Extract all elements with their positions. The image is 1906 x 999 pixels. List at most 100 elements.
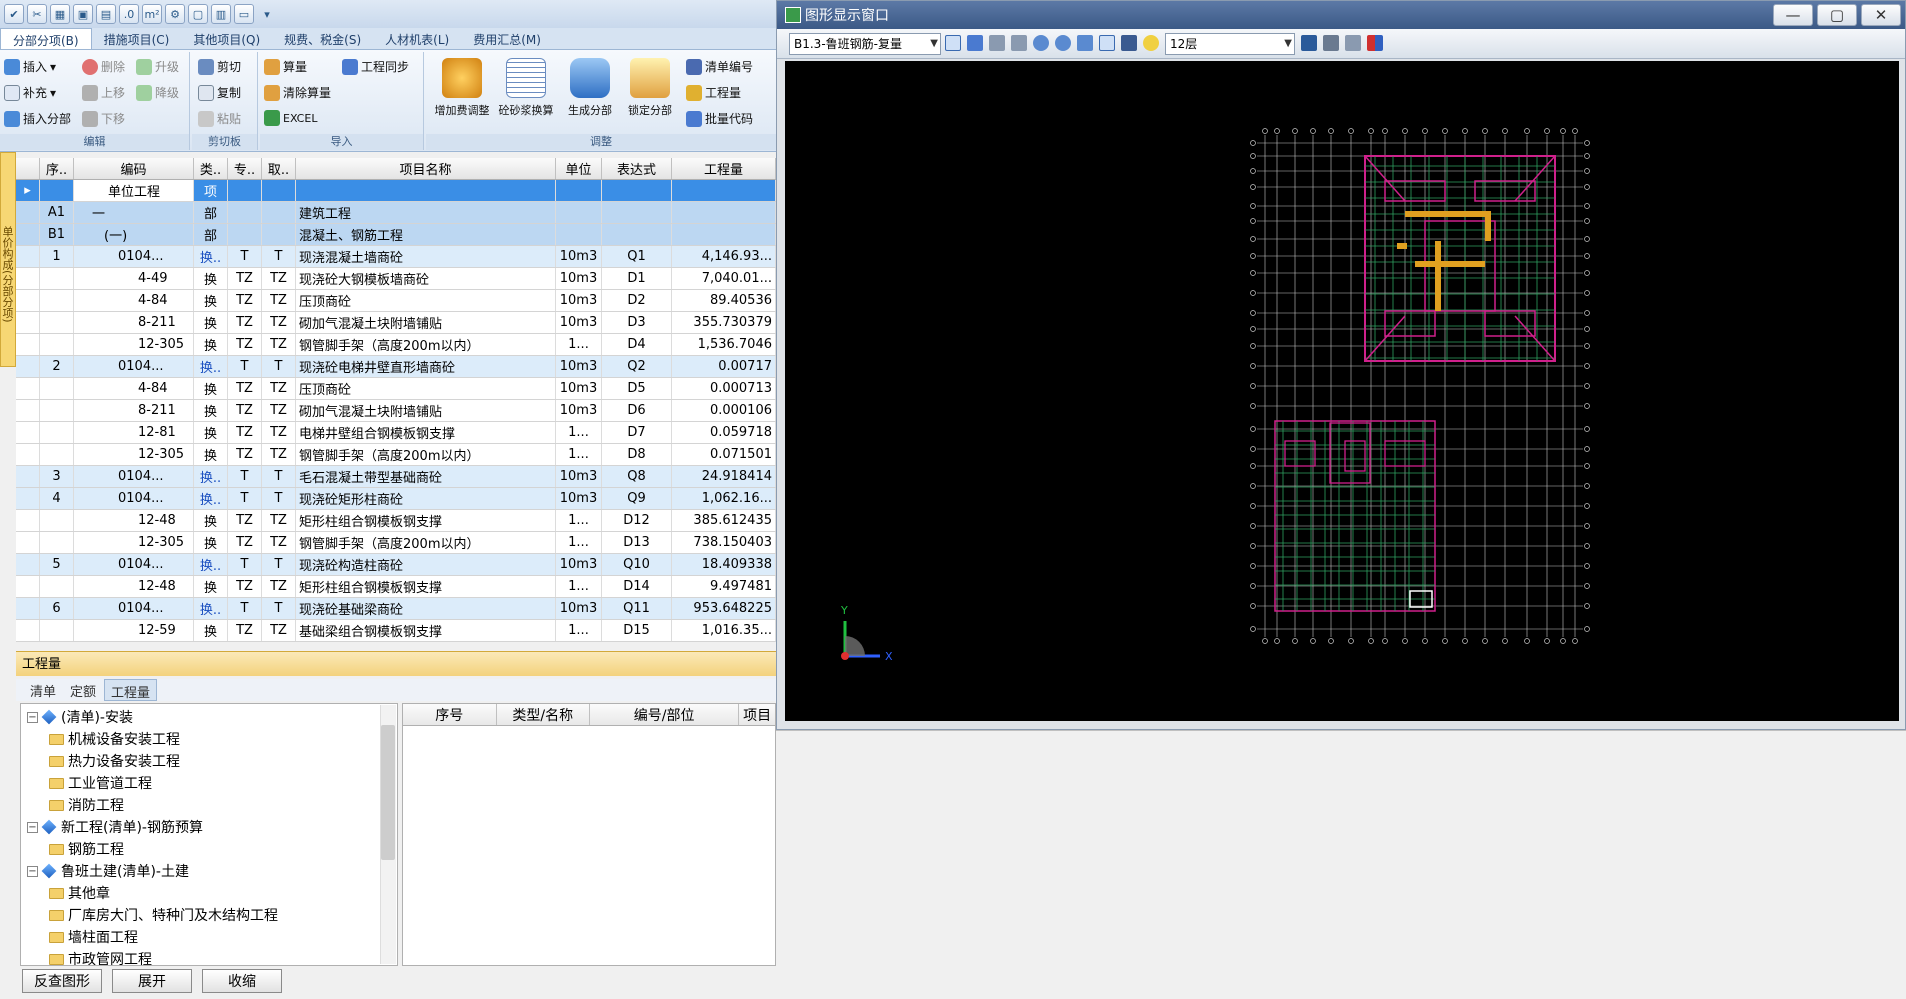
row-marker[interactable] — [16, 532, 40, 553]
cell-code[interactable]: 12-81 — [74, 422, 194, 443]
calculator-icon[interactable]: ▦ — [50, 4, 70, 24]
cell-seq[interactable] — [40, 334, 74, 355]
cell-seq[interactable]: A1 — [40, 202, 74, 223]
layer-icon[interactable] — [1301, 35, 1317, 51]
cell-seq[interactable]: 1 — [40, 246, 74, 267]
cell-spec[interactable]: TZ — [228, 312, 262, 333]
tab-summary[interactable]: 费用汇总(M) — [461, 28, 553, 49]
cell-code[interactable]: 8-211 — [74, 312, 194, 333]
cell-qty[interactable]: 0.071501 — [672, 444, 776, 465]
tab-fees[interactable]: 规费、税金(S) — [272, 28, 373, 49]
cell-type[interactable]: 部 — [194, 202, 228, 223]
tools-icon[interactable]: ✂ — [27, 4, 47, 24]
cell-type[interactable]: 换.. — [194, 598, 228, 619]
cell-type[interactable]: 换 — [194, 422, 228, 443]
cell-type[interactable]: 换 — [194, 620, 228, 641]
excel-button[interactable]: EXCEL — [264, 110, 317, 126]
cell-qty[interactable]: 24.918414 — [672, 466, 776, 487]
batch-code-button[interactable]: 批量代码 — [686, 110, 753, 127]
cell-seq[interactable]: B1 — [40, 224, 74, 245]
cell-seq[interactable] — [40, 290, 74, 311]
cell-seq[interactable] — [40, 532, 74, 553]
add-fee-button[interactable]: 增加费调整 — [430, 58, 494, 118]
cell-unit[interactable]: 10m3 — [556, 312, 602, 333]
cell-qty[interactable]: 953.648225 — [672, 598, 776, 619]
downgrade-button[interactable]: 降级 — [136, 84, 179, 101]
table-row[interactable]: A1 一部 建筑工程 — [16, 202, 776, 224]
table-row[interactable]: 12-59 换 TZ TZ 基础梁组合钢模板钢支撑 1... D15 1,016.35... — [16, 620, 776, 642]
row-marker[interactable] — [16, 422, 40, 443]
tree-item[interactable]: 其他章 — [27, 882, 397, 904]
cell-expr[interactable] — [602, 180, 672, 201]
cell-name[interactable]: 现浇砼电梯井壁直形墙商砼 — [296, 356, 556, 377]
cell-spec[interactable]: TZ — [228, 576, 262, 597]
detail-header-item[interactable]: 项目 — [739, 704, 775, 725]
header-seq[interactable]: 序.. — [40, 158, 74, 179]
detail-header-type[interactable]: 类型/名称 — [497, 704, 590, 725]
cell-unit[interactable]: 1... — [556, 532, 602, 553]
cell-qty[interactable]: 0.059718 — [672, 422, 776, 443]
cell-seq[interactable] — [40, 422, 74, 443]
cell-spec[interactable]: TZ — [228, 510, 262, 531]
cell-expr[interactable]: Q1 — [602, 246, 672, 267]
copy-button[interactable]: 复制 — [198, 84, 241, 101]
cell-type[interactable]: 换.. — [194, 466, 228, 487]
cell-expr[interactable]: D1 — [602, 268, 672, 289]
row-marker[interactable] — [16, 334, 40, 355]
cell-type[interactable]: 换 — [194, 268, 228, 289]
graphic-window-titlebar[interactable]: 图形显示窗口 — ▢ ✕ — [777, 1, 1905, 29]
cell-spec[interactable]: TZ — [228, 268, 262, 289]
table-row[interactable]: 2 0104... 换.. T T 现浇砼电梯井壁直形墙商砼 10m3 Q2 0.00717 — [16, 356, 776, 378]
row-marker[interactable] — [16, 598, 40, 619]
collapse-toggle-icon[interactable]: − — [27, 711, 38, 723]
cell-name[interactable]: 现浇砼基础梁商砼 — [296, 598, 556, 619]
row-marker[interactable] — [16, 488, 40, 509]
row-marker[interactable] — [16, 400, 40, 421]
cell-type[interactable]: 换 — [194, 510, 228, 531]
cell-unit[interactable]: 10m3 — [556, 290, 602, 311]
tab-items[interactable]: 分部分项(B) — [0, 28, 92, 49]
row-marker[interactable] — [16, 466, 40, 487]
cell-unit[interactable]: 10m3 — [556, 378, 602, 399]
quantity-button[interactable]: 工程量 — [686, 84, 741, 101]
zoom-out-icon[interactable] — [1055, 35, 1071, 51]
row-marker[interactable] — [16, 224, 40, 245]
cell-spec[interactable]: T — [228, 488, 262, 509]
cell-name[interactable]: 现浇砼大钢模板墙商砼 — [296, 268, 556, 289]
header-expr[interactable]: 表达式 — [602, 158, 672, 179]
expand-button[interactable]: 展开 — [112, 969, 192, 993]
view-2d-icon[interactable] — [1099, 35, 1115, 51]
table-row[interactable]: 12-305 换 TZ TZ 钢管脚手架（高度200m以内） 1... D13 738.150… — [16, 532, 776, 554]
cell-type[interactable]: 项 — [194, 180, 228, 201]
header-qty[interactable]: 工程量 — [672, 158, 776, 179]
tree-item[interactable]: 消防工程 — [27, 794, 397, 816]
table-row[interactable]: 3 0104... 换.. T T 毛石混凝土带型基础商砼 10m3 Q8 24.918414 — [16, 466, 776, 488]
detail-header-code[interactable]: 编号/部位 — [590, 704, 740, 725]
decimal-icon[interactable]: .0 — [119, 4, 139, 24]
cell-unit[interactable]: 10m3 — [556, 488, 602, 509]
cell-unit[interactable]: 10m3 — [556, 268, 602, 289]
detail-header-seq[interactable]: 序号 — [403, 704, 497, 725]
cell-take[interactable]: TZ — [262, 290, 296, 311]
cell-take[interactable] — [262, 224, 296, 245]
row-marker[interactable] — [16, 246, 40, 267]
tree-item[interactable]: 墙柱面工程 — [27, 926, 397, 948]
table-row[interactable]: 8-211 换 TZ TZ 砌加气混凝土块附墙铺贴 10m3 D6 0.000106 — [16, 400, 776, 422]
cell-code[interactable]: 单位工程 — [74, 180, 194, 201]
cell-code[interactable]: 4-49 — [74, 268, 194, 289]
table-row[interactable]: 12-305 换 TZ TZ 钢管脚手架（高度200m以内） 1... D4 1,536.70… — [16, 334, 776, 356]
row-marker[interactable] — [16, 290, 40, 311]
minimize-button[interactable]: — — [1773, 4, 1813, 26]
cell-type[interactable]: 换 — [194, 444, 228, 465]
cell-expr[interactable]: Q8 — [602, 466, 672, 487]
cell-code[interactable]: 12-305 — [74, 444, 194, 465]
cell-seq[interactable] — [40, 400, 74, 421]
close-button[interactable]: ✕ — [1861, 4, 1901, 26]
tab-materials[interactable]: 人材机表(L) — [373, 28, 461, 49]
table-row[interactable]: 8-211 换 TZ TZ 砌加气混凝土块附墙铺贴 10m3 D3 355.730379 — [16, 312, 776, 334]
cell-name[interactable]: 现浇砼矩形柱商砼 — [296, 488, 556, 509]
cell-unit[interactable]: 1... — [556, 422, 602, 443]
move-up-button[interactable]: 上移 — [82, 84, 125, 101]
cell-spec[interactable] — [228, 224, 262, 245]
header-unit[interactable]: 单位 — [556, 158, 602, 179]
